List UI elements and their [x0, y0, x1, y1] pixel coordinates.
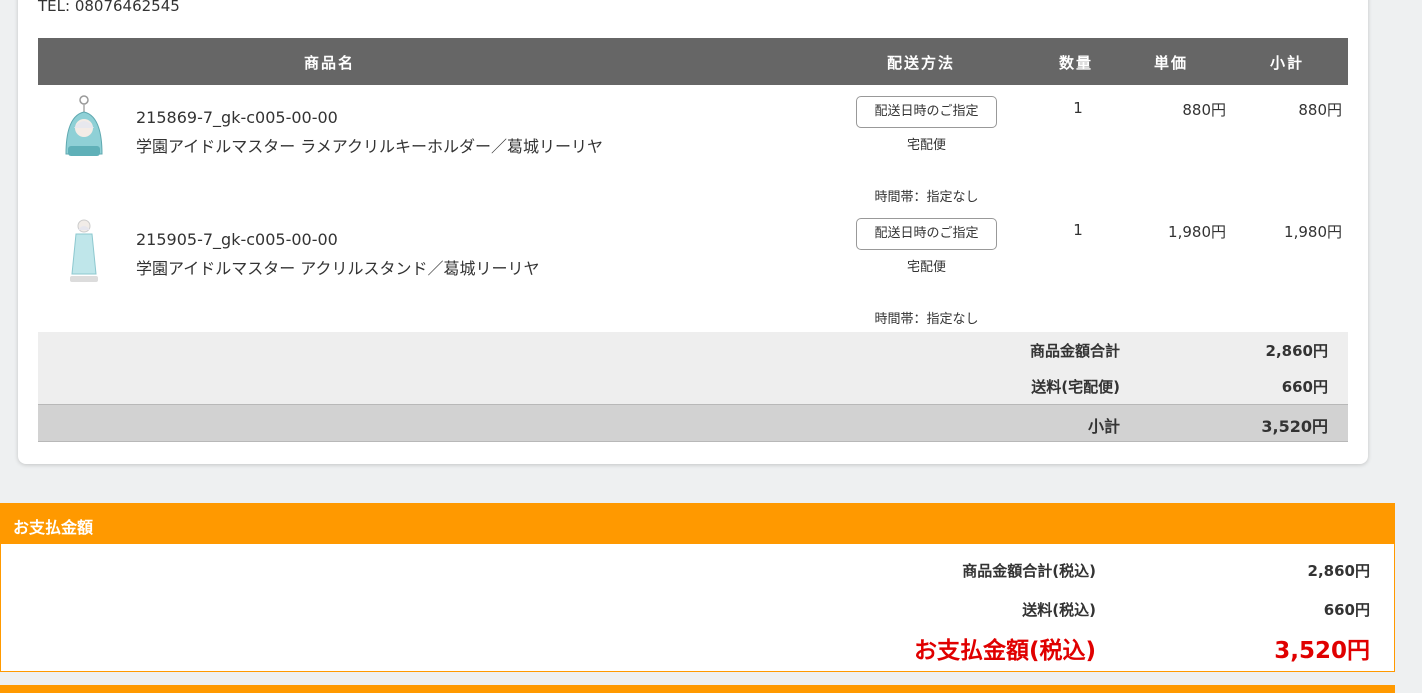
summary-items-total-value: 2,860円: [1265, 342, 1328, 360]
shop-tel: TEL: 08076462545: [38, 0, 180, 15]
col-qty: 数量: [1059, 54, 1094, 72]
payment-items-total-value: 2,860円: [1307, 562, 1370, 580]
col-unit-price: 単価: [1154, 54, 1189, 72]
payment-total-value: 3,520円: [1274, 638, 1370, 664]
order-subtotal-row: 小計 3,520円: [38, 404, 1348, 442]
summary-shipping-row: 送料(宅配便) 660円: [38, 368, 1348, 404]
item-unit-price: 880円: [1182, 101, 1226, 119]
item-qty: 1: [1073, 99, 1083, 117]
shipping-method: 宅配便: [906, 260, 946, 275]
product-code: 215869-7_gk-c005-00-00: [136, 108, 338, 127]
order-table-header: 商品名 配送方法 数量 単価 小計: [38, 38, 1348, 85]
summary-shipping-label: 送料(宅配便): [1031, 378, 1120, 396]
product-thumbnail: [65, 95, 103, 156]
item-unit-price: 1,980円: [1168, 223, 1226, 241]
time-slot: 時間帯：指定なし: [874, 312, 979, 327]
order-summary: 商品金額合計 2,860円 送料(宅配便) 660円: [38, 332, 1348, 404]
order-subtotal-label: 小計: [1087, 417, 1120, 436]
col-product: 商品名: [304, 54, 356, 72]
col-subtotal: 小計: [1270, 54, 1305, 72]
summary-items-total-label: 商品金額合計: [1029, 342, 1120, 360]
item-subtotal: 880円: [1298, 101, 1342, 119]
order-item: 215905-7_gk-c005-00-00 学園アイドルマスター アクリルスタ…: [38, 212, 1348, 334]
summary-shipping-value: 660円: [1281, 378, 1328, 396]
product-name: 学園アイドルマスター アクリルスタンド／葛城リーリヤ: [136, 259, 540, 278]
time-slot: 時間帯：指定なし: [874, 190, 979, 205]
order-card: TEL: 08076462545 商品名 配送方法 数量 単価 小計 21586…: [18, 0, 1368, 464]
summary-items-total-row: 商品金額合計 2,860円: [38, 332, 1348, 368]
payment-total-label: お支払金額(税込): [913, 638, 1096, 664]
payment-shipping-label: 送料(税込): [1022, 601, 1096, 619]
shipping-method: 宅配便: [906, 138, 946, 153]
order-subtotal-value: 3,520円: [1261, 417, 1328, 436]
delivery-date-button[interactable]: 配送日時のご指定: [856, 218, 997, 250]
payment-title: お支払金額: [1, 504, 1394, 544]
next-section-header: [0, 685, 1395, 693]
payment-items-total-label: 商品金額合計(税込): [962, 562, 1096, 580]
product-code: 215905-7_gk-c005-00-00: [136, 230, 338, 249]
item-subtotal: 1,980円: [1284, 223, 1342, 241]
delivery-date-button[interactable]: 配送日時のご指定: [856, 96, 997, 128]
order-item: 215869-7_gk-c005-00-00 学園アイドルマスター ラメアクリル…: [38, 90, 1348, 212]
item-qty: 1: [1073, 221, 1083, 239]
col-delivery: 配送方法: [887, 54, 956, 72]
payment-shipping-value: 660円: [1323, 601, 1370, 619]
product-name: 学園アイドルマスター ラメアクリルキーホルダー／葛城リーリヤ: [136, 137, 604, 156]
product-thumbnail: [70, 219, 98, 282]
payment-section: お支払金額 商品金額合計(税込) 2,860円 送料(税込) 660円 お支払金…: [0, 503, 1395, 672]
